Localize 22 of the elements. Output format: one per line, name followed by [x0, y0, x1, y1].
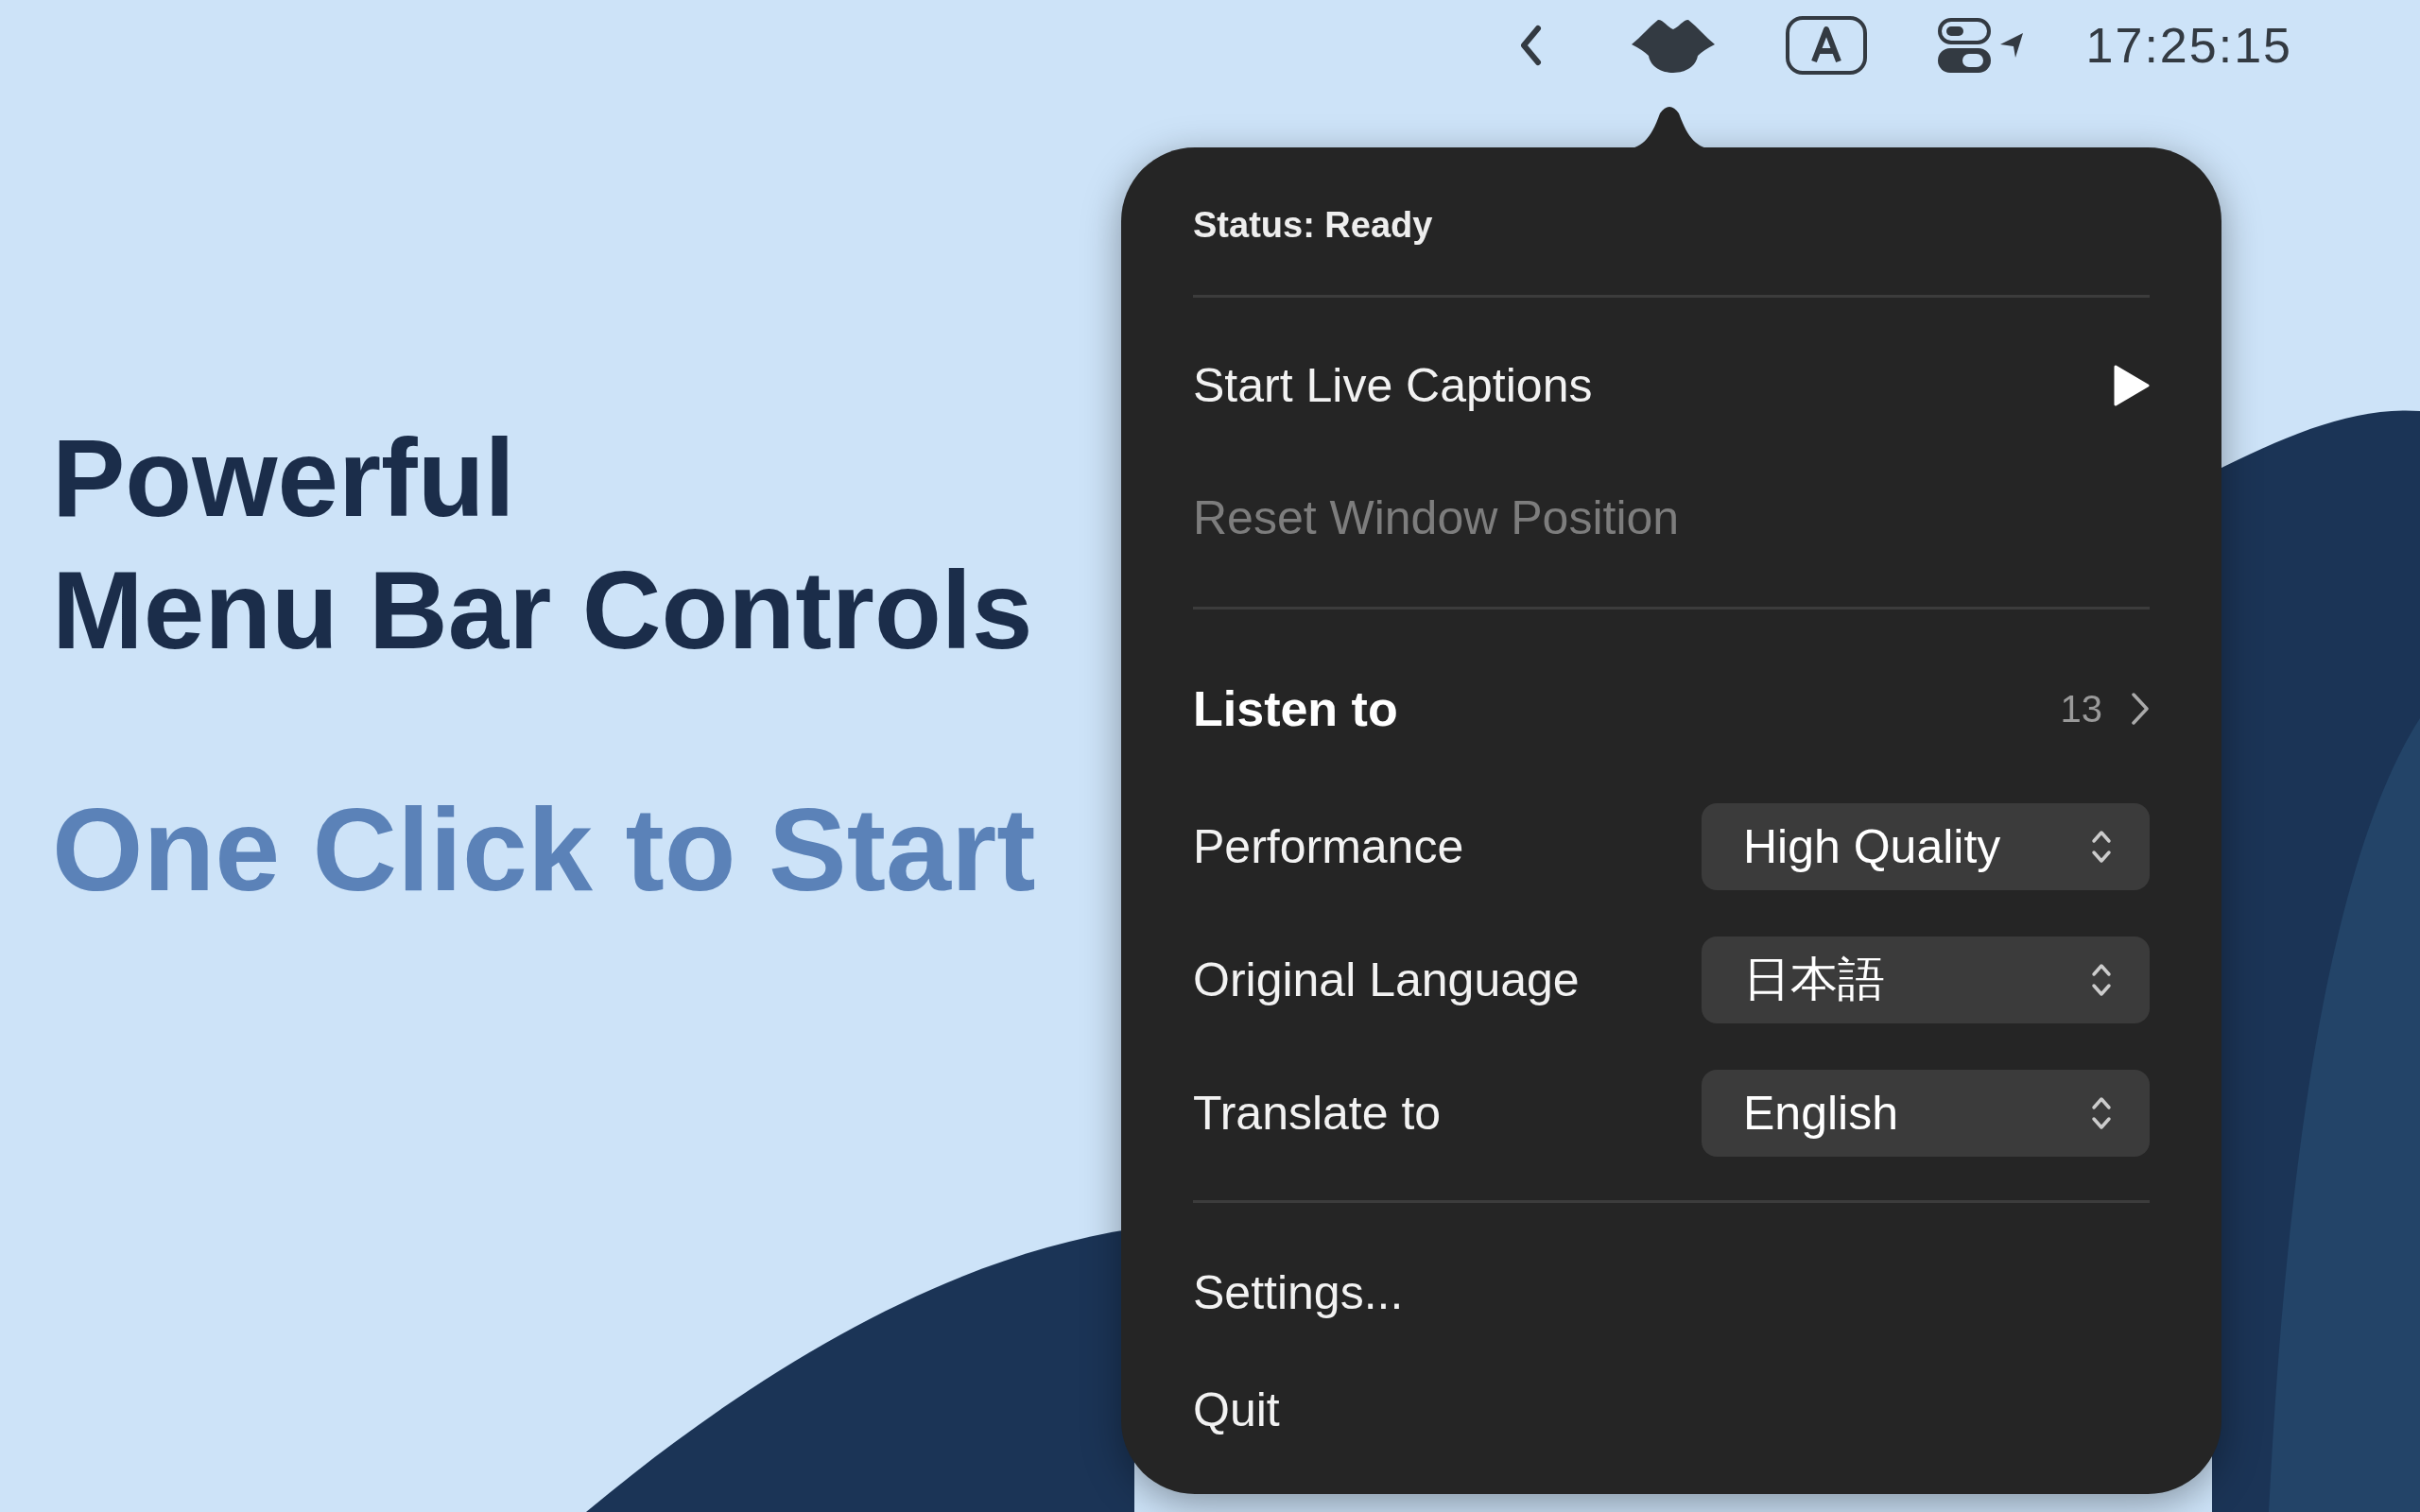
- lips-icon[interactable]: [1631, 18, 1715, 73]
- headline: Powerful: [52, 416, 516, 541]
- chevron-right-icon[interactable]: [2131, 692, 2150, 726]
- menu-item[interactable]: Start Live Captions: [1193, 319, 2150, 452]
- popup-button[interactable]: English: [1702, 1069, 2150, 1157]
- source-count: 13: [2060, 687, 2102, 730]
- control-center-icon[interactable]: [1937, 18, 2025, 73]
- chevron-left-icon[interactable]: [1518, 25, 1542, 66]
- play-icon: [2112, 365, 2150, 406]
- clock-time: 17:25:15: [2085, 17, 2292, 74]
- tagline: One Click to Start: [52, 783, 1037, 917]
- headline: Menu Bar Controls: [52, 548, 1034, 674]
- listen-to-label: Listen to: [1193, 680, 1398, 737]
- popup-button[interactable]: 日本語: [1702, 936, 2150, 1023]
- menu-item[interactable]: Quit: [1193, 1351, 2150, 1469]
- setting-label: Performance: [1193, 818, 1464, 874]
- status-text: Status: Ready: [1193, 203, 1434, 247]
- setting-label: Original Language: [1193, 952, 1580, 1007]
- input-source-icon[interactable]: [1785, 16, 1867, 75]
- setting-label: Translate to: [1193, 1085, 1442, 1141]
- menu-item[interactable]: Settings...: [1193, 1234, 2150, 1351]
- popup-button[interactable]: High Quality: [1702, 802, 2150, 890]
